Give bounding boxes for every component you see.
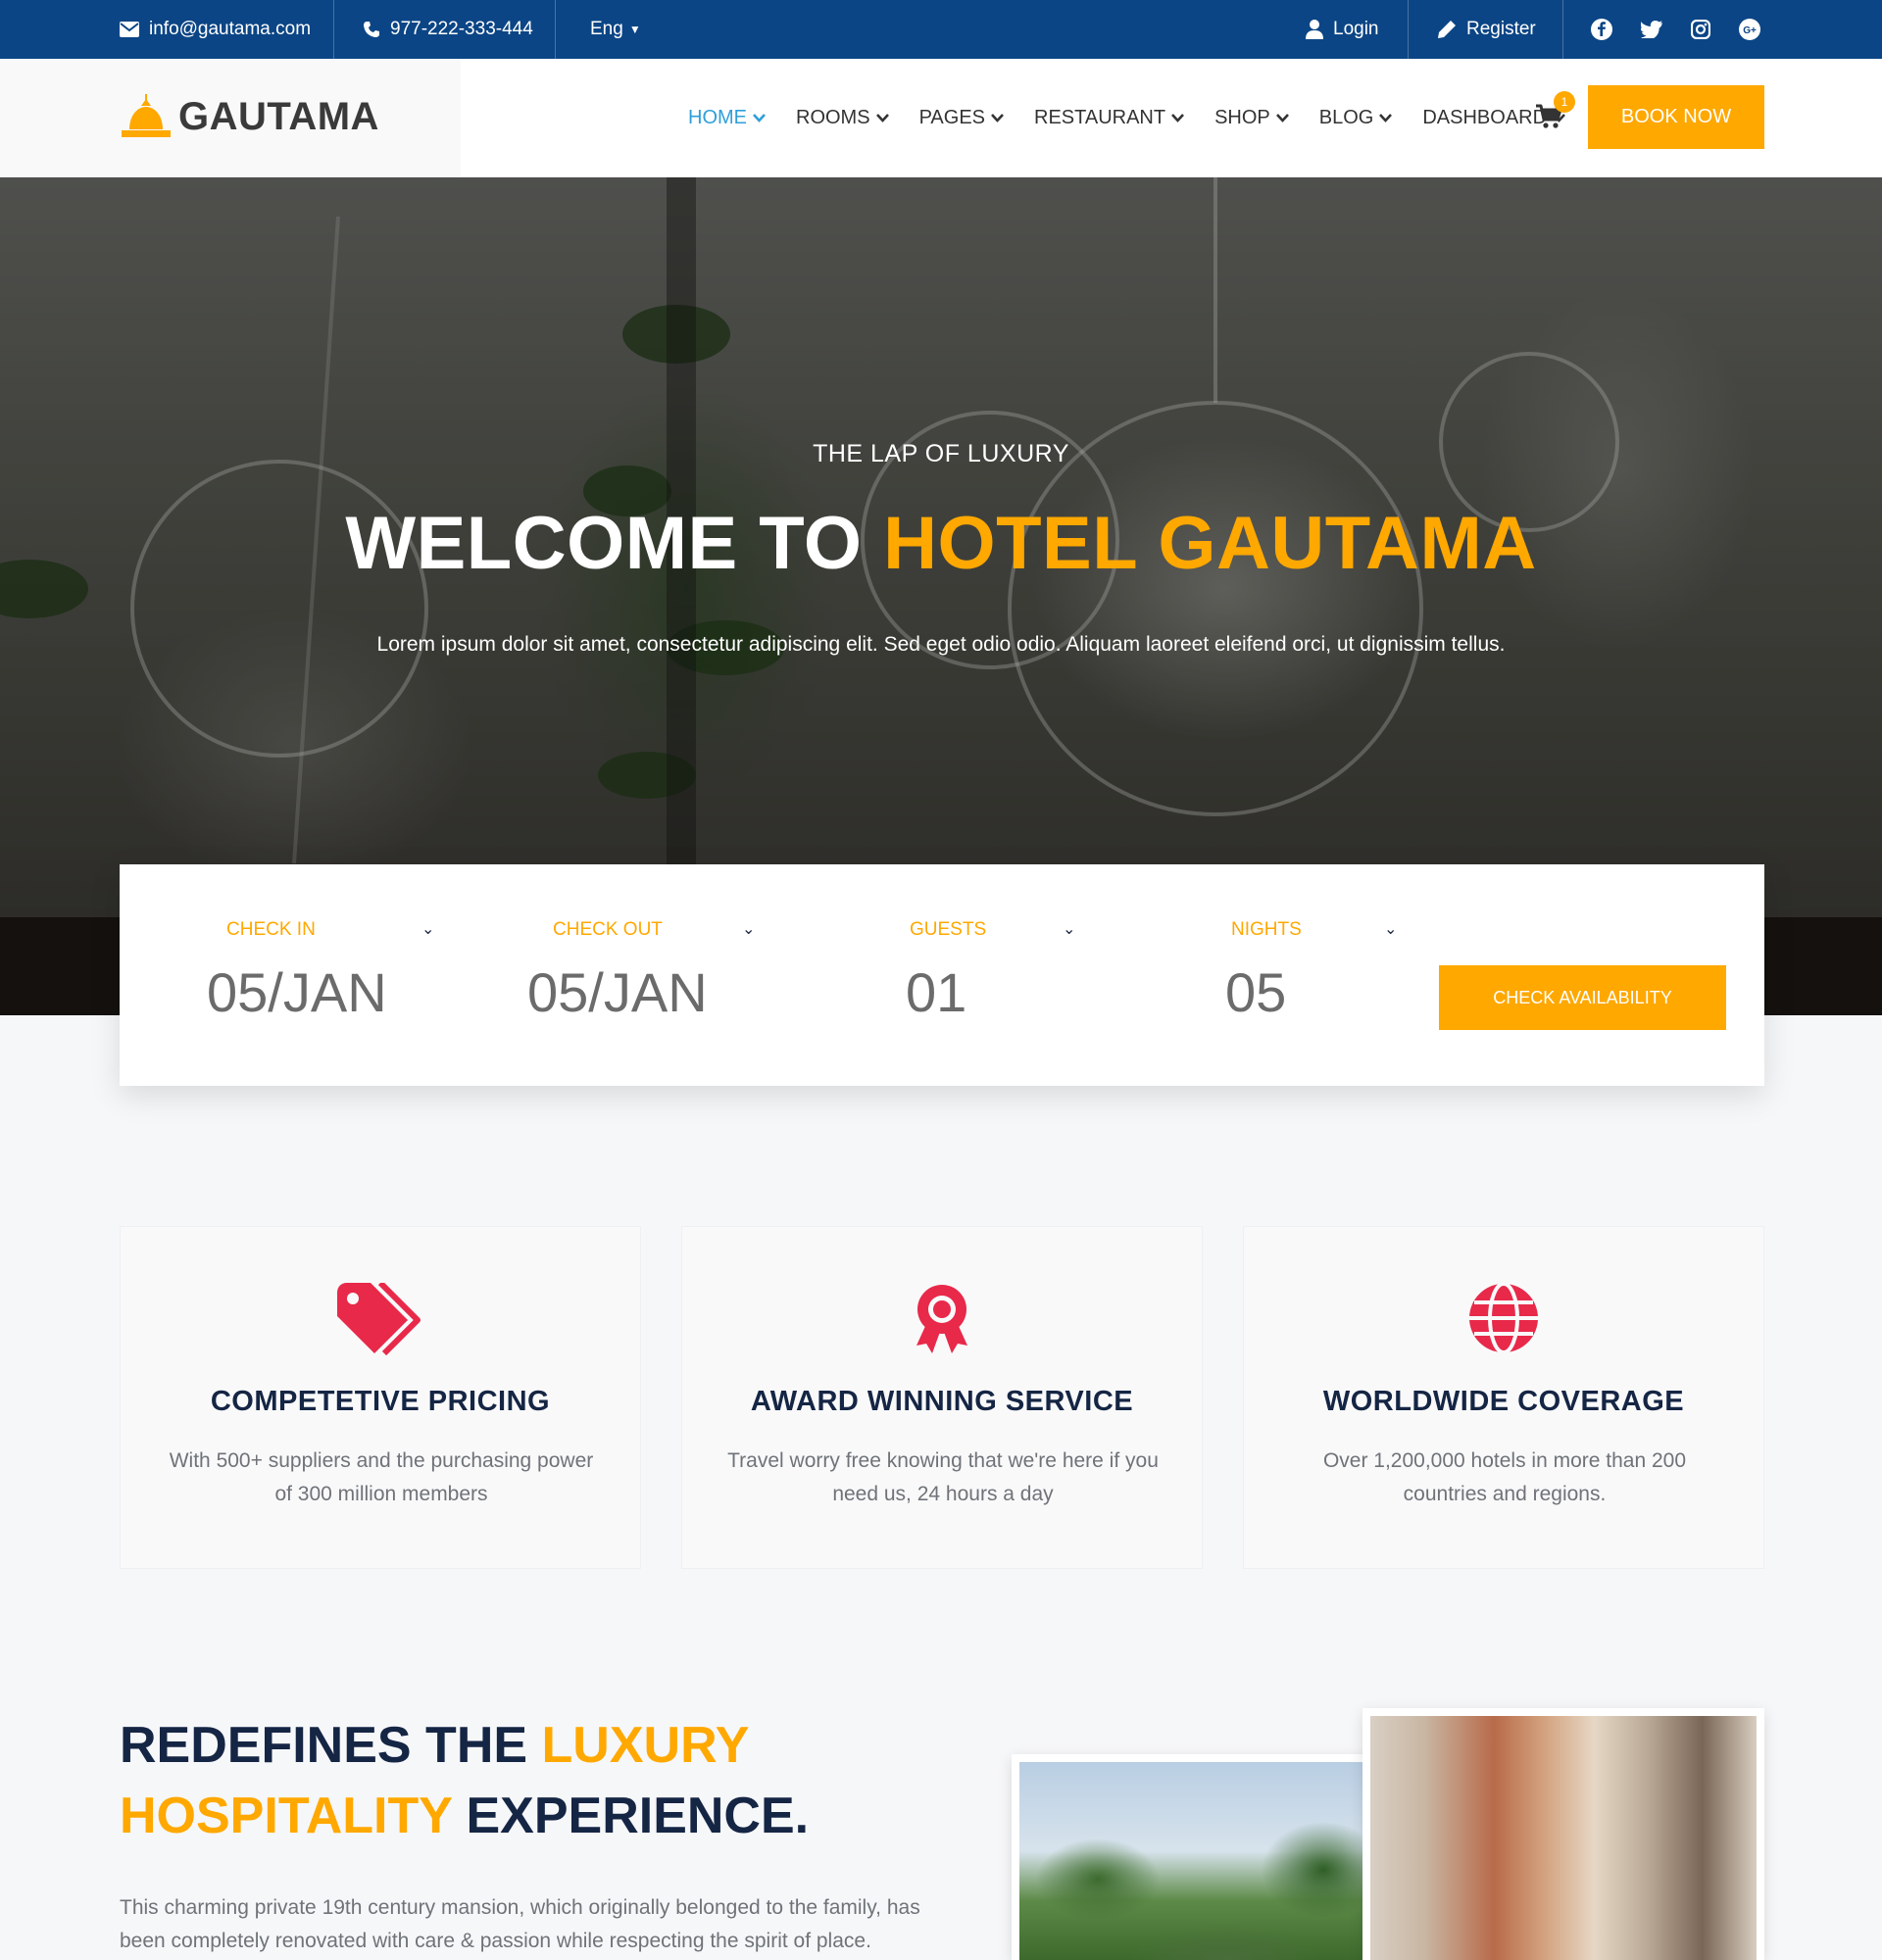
nights-field[interactable]: NIGHTS 05 [1225, 919, 1470, 1024]
nav-item-blog[interactable]: BLOG [1319, 107, 1393, 129]
caret-down-icon: ▼ [628, 23, 641, 36]
globe-icon [1244, 1283, 1763, 1355]
about-heading-part1: REDEFINES THE [120, 1717, 528, 1774]
hero-title-white: WELCOME TO [345, 502, 863, 585]
pencil-icon [1438, 21, 1456, 38]
chevron-down-icon [991, 114, 1004, 122]
nav-item-label: DASHBOARD [1422, 107, 1548, 128]
language-label: Eng [590, 19, 623, 39]
phone-link[interactable]: 977-222-333-444 [363, 0, 533, 59]
phone-icon [364, 22, 379, 37]
main-header: GAUTAMA HOME ROOMS PAGES RESTAURANT SHOP… [0, 59, 1882, 177]
guests-label: GUESTS [910, 919, 987, 940]
check-in-label: CHECK IN [226, 919, 316, 940]
logo-area: GAUTAMA [0, 59, 461, 177]
svg-text:G+: G+ [1743, 25, 1757, 36]
check-availability-button[interactable]: CHECK AVAILABILITY [1439, 965, 1726, 1030]
check-out-value: 05/JAN [527, 961, 708, 1023]
logo[interactable]: GAUTAMA [120, 94, 379, 139]
main-nav: HOME ROOMS PAGES RESTAURANT SHOP BLOG DA… [688, 59, 1566, 177]
city-photo [1362, 1708, 1764, 1960]
hero-title-accent: HOTEL GAUTAMA [883, 502, 1537, 585]
feature-description: Over 1,200,000 hotels in more than 200 c… [1322, 1449, 1687, 1505]
nav-item-label: ROOMS [796, 107, 870, 128]
language-select[interactable]: Eng ▼ [590, 0, 641, 59]
resort-photo [1012, 1754, 1413, 1960]
chevron-down-icon [1379, 114, 1393, 122]
nights-label: NIGHTS [1231, 919, 1302, 940]
feature-description: Travel worry free knowing that we're her… [727, 1449, 1159, 1505]
chevron-down-icon [753, 114, 766, 122]
chevron-down-icon[interactable]: ⌄ [742, 919, 755, 939]
check-in-value: 05/JAN [207, 961, 387, 1023]
feature-card-pricing: COMPETETIVE PRICING With 500+ suppliers … [120, 1226, 641, 1569]
booking-form: CHECK IN 05/JAN ⌄ CHECK OUT 05/JAN ⌄ GUE… [120, 864, 1764, 1086]
about-heading-accent2: HOSPITALITY [120, 1788, 452, 1844]
nav-item-pages[interactable]: PAGES [919, 107, 1004, 129]
logo-text: GAUTAMA [178, 94, 379, 138]
hero-banner: THE LAP OF LUXURY WELCOME TO HOTEL GAUTA… [0, 177, 1882, 917]
email-link[interactable]: info@gautama.com [120, 0, 311, 59]
stupa-logo-icon [122, 94, 171, 137]
guests-field[interactable]: GUESTS 01 [906, 919, 1151, 1024]
register-link[interactable]: Register [1437, 0, 1536, 59]
cart-count-badge: 1 [1554, 91, 1575, 113]
chevron-down-icon [875, 114, 889, 122]
facebook-icon[interactable] [1589, 17, 1614, 42]
login-link[interactable]: Login [1306, 0, 1379, 59]
nav-item-label: SHOP [1214, 107, 1270, 128]
hero-title: WELCOME TO HOTEL GAUTAMA [0, 501, 1882, 586]
chevron-down-icon[interactable]: ⌄ [1384, 919, 1397, 939]
chevron-down-icon [1275, 114, 1289, 122]
nav-item-restaurant[interactable]: RESTAURANT [1034, 107, 1185, 129]
register-label: Register [1466, 19, 1536, 39]
envelope-icon [120, 22, 139, 37]
price-tag-icon [121, 1283, 640, 1355]
about-heading-part2: EXPERIENCE. [466, 1788, 810, 1844]
chevron-down-icon[interactable]: ⌄ [421, 919, 434, 939]
feature-title: AWARD WINNING SERVICE [750, 1386, 1134, 1417]
palm-trees-image [1019, 1762, 1406, 1960]
feature-description: With 500+ suppliers and the purchasing p… [169, 1449, 594, 1505]
nav-item-label: BLOG [1318, 107, 1374, 128]
email-text: info@gautama.com [149, 19, 312, 39]
user-icon [1306, 20, 1323, 39]
twitter-icon[interactable] [1639, 17, 1664, 42]
login-label: Login [1333, 19, 1379, 39]
feature-title: COMPETETIVE PRICING [210, 1386, 551, 1417]
award-ribbon-icon [682, 1283, 1202, 1355]
book-now-button[interactable]: BOOK NOW [1588, 85, 1764, 149]
check-out-field[interactable]: CHECK OUT 05/JAN [527, 919, 772, 1024]
about-description: This charming private 19th century mansi… [120, 1896, 920, 1952]
nav-item-home[interactable]: HOME [688, 107, 766, 129]
nav-item-label: RESTAURANT [1034, 107, 1166, 128]
nights-value: 05 [1225, 961, 1287, 1023]
about-heading-accent1: LUXURY [541, 1717, 750, 1774]
check-in-field[interactable]: CHECK IN 05/JAN [207, 919, 452, 1024]
chevron-down-icon[interactable]: ⌄ [1063, 919, 1075, 939]
guests-value: 01 [906, 961, 967, 1023]
chevron-down-icon [1171, 114, 1185, 122]
nav-item-label: HOME [688, 107, 747, 128]
feature-title: WORLDWIDE COVERAGE [1322, 1386, 1685, 1417]
about-heading: REDEFINES THE LUXURY HOSPITALITY EXPERIE… [120, 1710, 904, 1851]
phone-text: 977-222-333-444 [390, 19, 533, 39]
feature-card-coverage: WORLDWIDE COVERAGE Over 1,200,000 hotels… [1243, 1226, 1764, 1569]
check-out-label: CHECK OUT [553, 919, 663, 940]
google-plus-icon[interactable]: G+ [1737, 17, 1762, 42]
hero-description: Lorem ipsum dolor sit amet, consectetur … [376, 633, 1506, 656]
instagram-icon[interactable] [1688, 17, 1713, 42]
nav-item-label: PAGES [918, 107, 985, 128]
venice-street-image [1370, 1716, 1757, 1960]
feature-card-service: AWARD WINNING SERVICE Travel worry free … [681, 1226, 1203, 1569]
nav-item-shop[interactable]: SHOP [1214, 107, 1289, 129]
top-bar: info@gautama.com 977-222-333-444 Eng ▼ L… [0, 0, 1882, 59]
hero-subtitle: THE LAP OF LUXURY [813, 440, 1069, 467]
nav-item-rooms[interactable]: ROOMS [796, 107, 889, 129]
